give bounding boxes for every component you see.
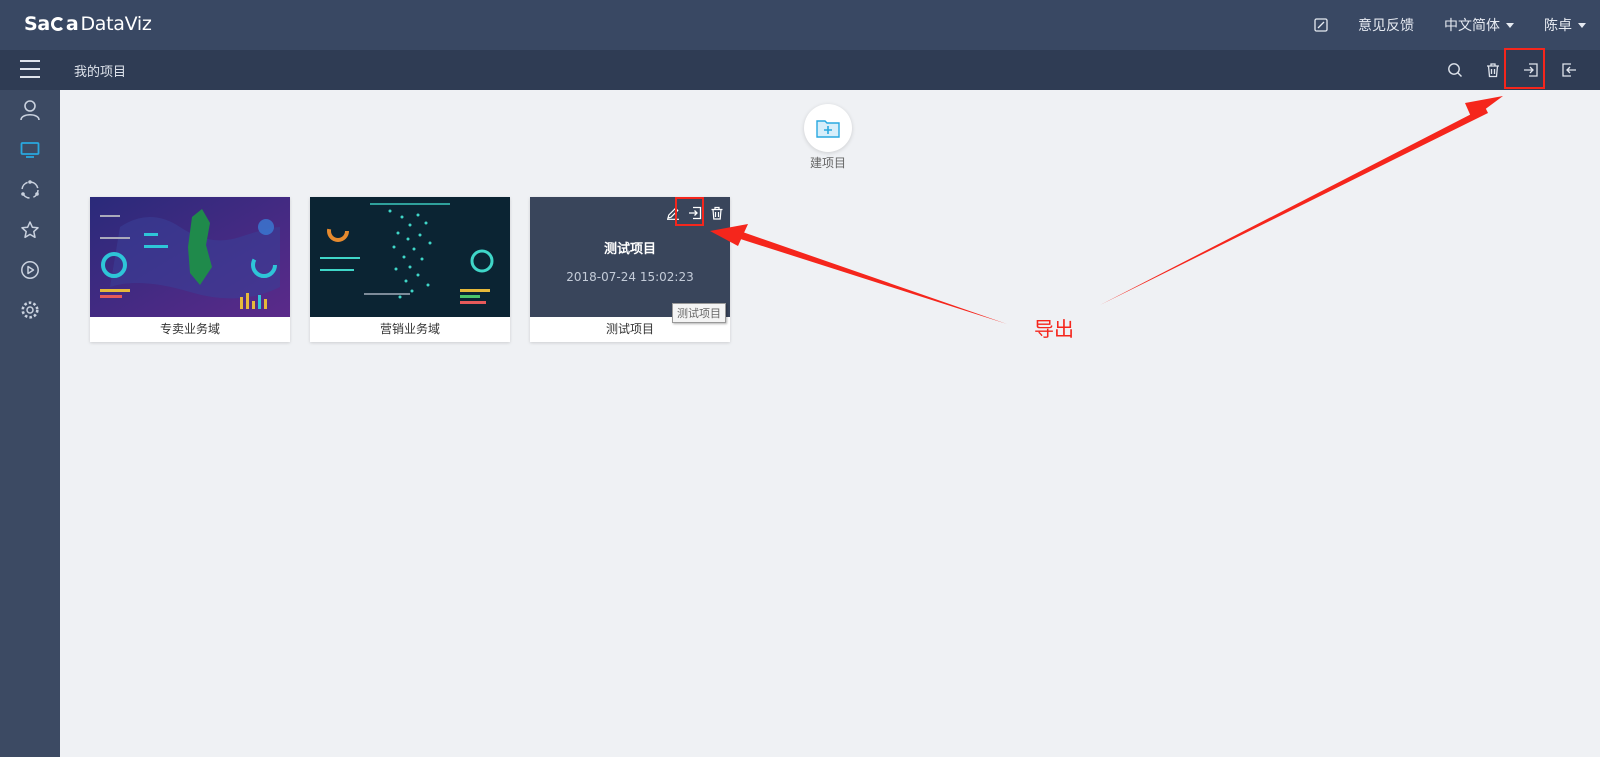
new-project-label: 建项目: [809, 156, 846, 170]
trash-icon[interactable]: [710, 205, 724, 224]
hamburger-menu-icon[interactable]: [20, 60, 40, 80]
logo-mark-icon: [50, 17, 65, 31]
breadcrumb: 我的项目: [74, 65, 127, 80]
project-overlay-title: 测试项目: [603, 242, 656, 257]
logo-sa: Sa: [24, 13, 50, 35]
new-project-button[interactable]: [804, 104, 852, 152]
language-label: 中文简体: [1444, 18, 1500, 34]
monitor-icon: [20, 142, 40, 158]
folder-plus-icon: [816, 120, 840, 138]
annotation-arrows: [710, 96, 1503, 324]
star-icon: [21, 221, 39, 239]
project-name: 营销业务域: [379, 322, 440, 336]
sidebar: [0, 90, 60, 757]
gear-icon: [21, 301, 39, 319]
project-name-tooltip: 测试项目: [672, 303, 726, 323]
import-icon[interactable]: [1550, 50, 1588, 90]
logo-a: a: [65, 13, 79, 35]
project-thumbnail: [310, 197, 510, 317]
feedback-link[interactable]: 意见反馈: [1358, 15, 1414, 35]
project-date: 2018-07-24 15:02:23: [566, 270, 694, 284]
top-header: Sa a DataViz 意见反馈 中文简体 陈卓: [0, 0, 1600, 50]
play-icon: [21, 261, 39, 279]
export-highlight-box: [1504, 48, 1545, 89]
sidebar-item-projects[interactable]: [0, 130, 60, 170]
sidebar-item-user[interactable]: [0, 90, 60, 130]
project-thumbnail: [90, 197, 290, 317]
sidebar-item-share[interactable]: [0, 170, 60, 210]
annotation-label: 导出: [1034, 317, 1074, 341]
project-card[interactable]: 专卖业务域: [90, 197, 290, 342]
share-circle-icon: [21, 180, 39, 199]
logo[interactable]: Sa a DataViz: [24, 13, 152, 35]
sub-header: 我的项目: [0, 50, 1600, 90]
sidebar-item-settings[interactable]: [0, 290, 60, 330]
project-name: 专卖业务域: [159, 322, 220, 336]
user-name: 陈卓: [1544, 18, 1572, 34]
sidebar-item-play[interactable]: [0, 250, 60, 290]
card-export-highlight-box: [675, 197, 704, 226]
user-menu[interactable]: 陈卓: [1544, 15, 1586, 35]
chevron-down-icon: [1578, 22, 1586, 28]
chevron-down-icon: [1506, 22, 1514, 28]
search-icon[interactable]: [1436, 50, 1474, 90]
sidebar-item-favorites[interactable]: [0, 210, 60, 250]
user-icon: [20, 100, 40, 121]
language-dropdown[interactable]: 中文简体: [1444, 15, 1514, 35]
project-card[interactable]: 营销业务域: [310, 197, 510, 342]
logo-product-name: DataViz: [80, 13, 152, 35]
edit-square-icon[interactable]: [1314, 18, 1328, 32]
